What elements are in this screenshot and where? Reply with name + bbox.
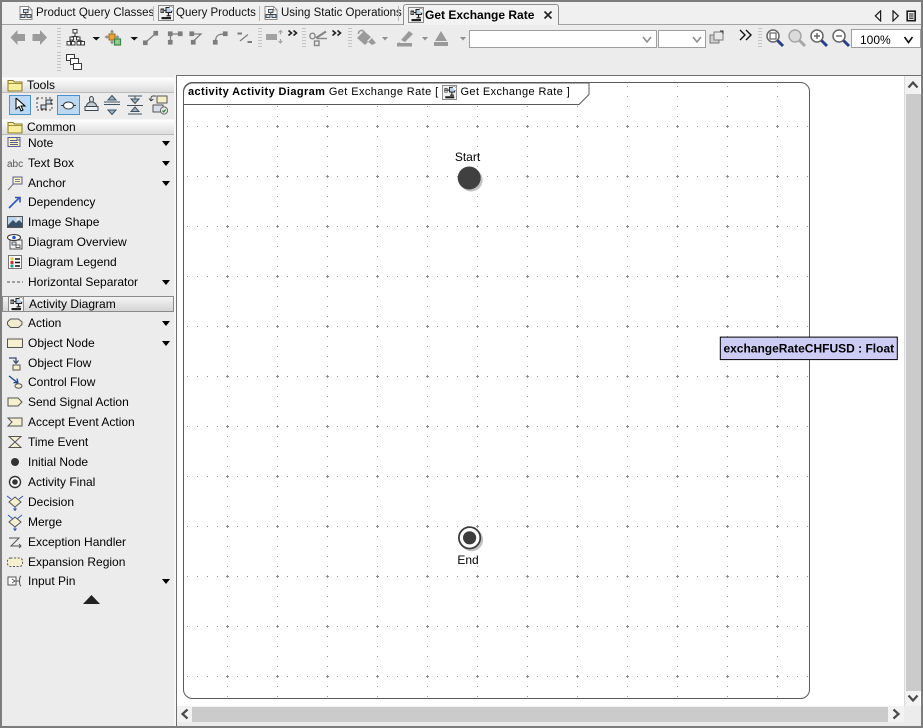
svg-text:abc: abc bbox=[7, 159, 23, 170]
svg-text:End: End bbox=[457, 553, 478, 567]
svg-text:exchangeRateCHFUSD : Float: exchangeRateCHFUSD : Float bbox=[723, 342, 894, 356]
svg-text:Start: Start bbox=[455, 150, 481, 164]
